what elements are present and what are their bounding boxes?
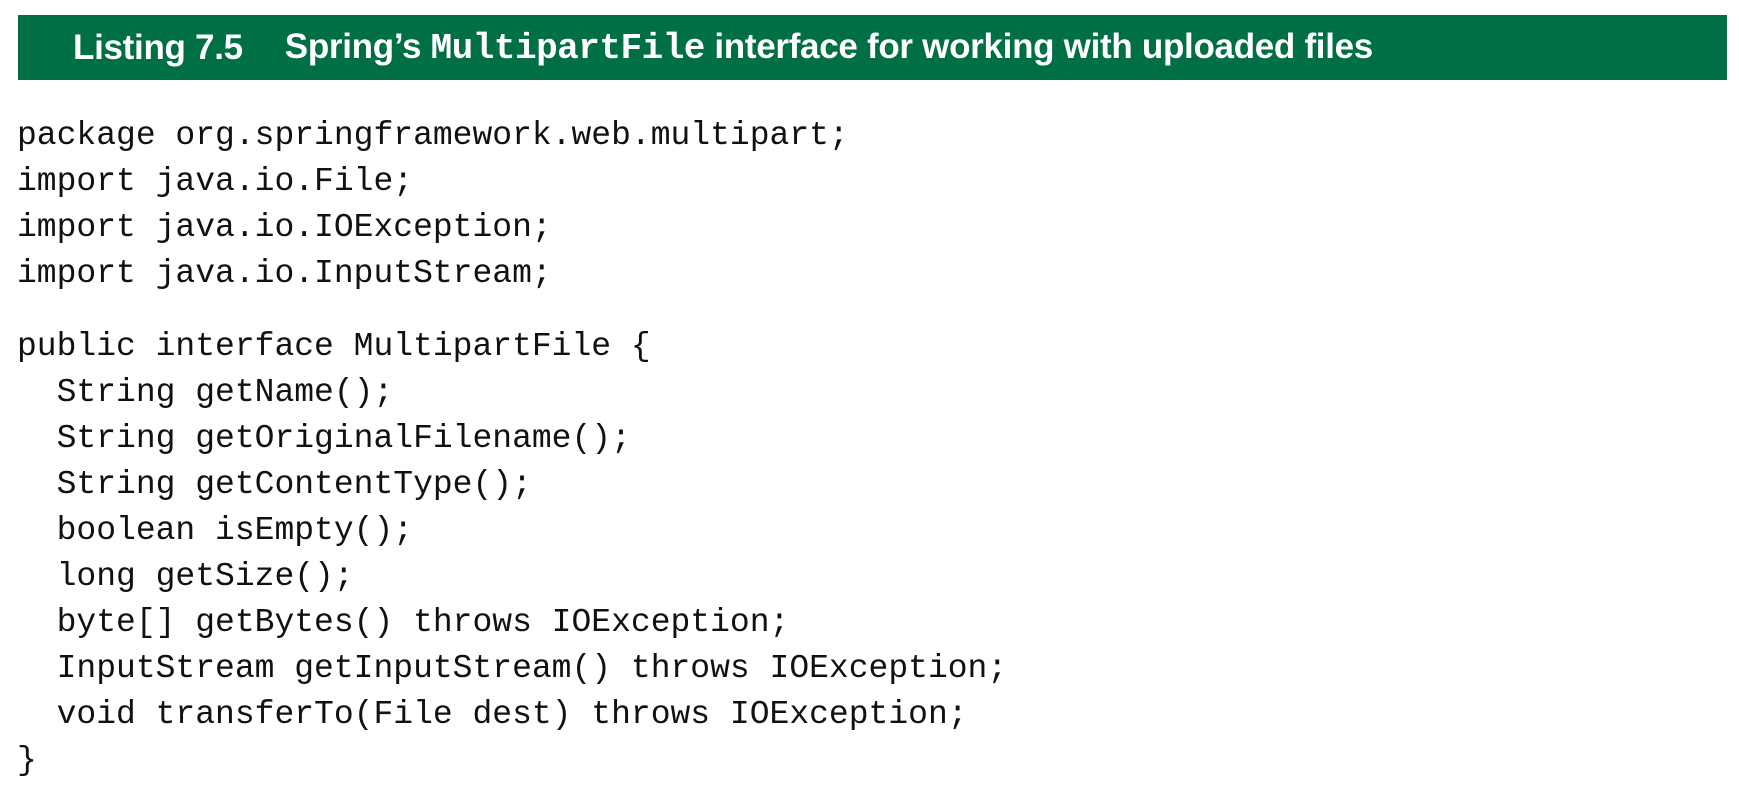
code-listing: package org.springframework.web.multipar… [17,113,1007,784]
code-line-package: package org.springframework.web.multipar… [17,117,849,154]
code-line-get-content-type: String getContentType(); [17,466,532,503]
code-line-import-inputstream: import java.io.InputStream; [17,255,552,292]
listing-title-suffix: interface for working with uploaded file… [714,26,1373,66]
code-line-get-size: long getSize(); [17,558,354,595]
code-line-get-input-stream: InputStream getInputStream() throws IOEx… [17,650,1008,687]
code-line-interface-declaration: public interface MultipartFile { [17,328,651,365]
code-line-closing-brace: } [17,742,37,779]
code-line-get-bytes: byte[] getBytes() throws IOException; [17,604,790,641]
code-line-import-file: import java.io.File; [17,163,414,200]
code-line-import-ioexception: import java.io.IOException; [17,209,552,246]
listing-title-code: MultipartFile [430,27,706,69]
code-line-transfer-to: void transferTo(File dest) throws IOExce… [17,696,968,733]
listing-title-prefix: Spring’s [284,26,422,66]
code-line-get-name: String getName(); [17,374,394,411]
code-line-get-original-filename: String getOriginalFilename(); [17,420,631,457]
listing-title: Spring’s MultipartFile interface for wor… [285,27,1373,69]
listing-header: Listing 7.5 Spring’s MultipartFile inter… [18,15,1727,80]
code-line-is-empty: boolean isEmpty(); [17,512,414,549]
listing-number: Listing 7.5 [73,27,243,67]
